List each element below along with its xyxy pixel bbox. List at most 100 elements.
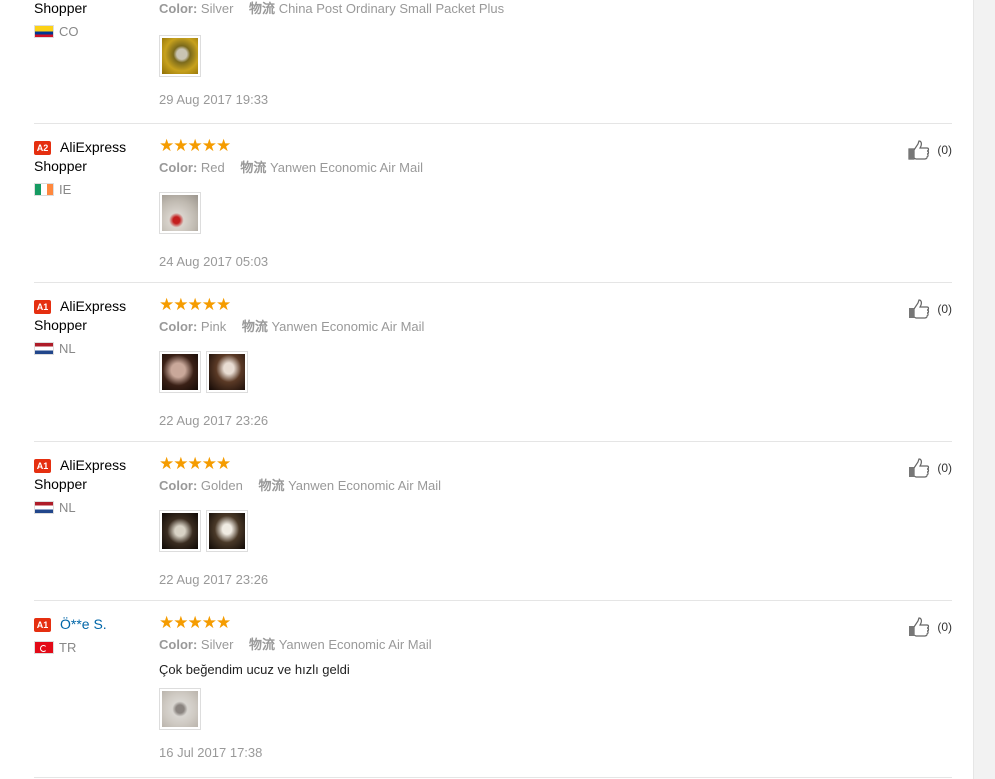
country-code: IE [59, 182, 72, 197]
buyer-name-line2: Shopper [34, 476, 87, 492]
review-date: 29 Aug 2017 19:33 [159, 92, 269, 107]
review-date: 24 Aug 2017 05:03 [159, 254, 269, 269]
review-content: ★★★★★ Color: Red 物流 Yanwen Economic Air … [159, 137, 859, 270]
review-attributes: Color: Red 物流 Yanwen Economic Air Mail [159, 159, 859, 177]
review-item: A1 Ö**e S. TR ★★★★★ Color: Silver 物流 Yanw… [34, 601, 952, 778]
buyer-country: TR [34, 640, 144, 656]
like-count: (0) [937, 302, 952, 316]
buyer-name-line1: AliExpress [60, 298, 127, 314]
review-image-thumbnail[interactable] [159, 510, 201, 552]
country-code: NL [59, 500, 76, 515]
buyer-country: IE [34, 182, 144, 198]
buyer-name-line1: AliExpress [60, 457, 127, 473]
shipping-value: Yanwen Economic Air Mail [288, 478, 442, 493]
like-button[interactable]: (0) [908, 140, 952, 160]
flag-ie-icon [34, 183, 54, 196]
shipping-label: 物流 [249, 1, 276, 16]
rating-stars: ★★★★★ [159, 454, 231, 473]
color-label: Color: [159, 1, 198, 16]
review-images [159, 510, 859, 552]
flag-nl-icon [34, 342, 54, 355]
review-date: 22 Aug 2017 23:26 [159, 413, 269, 428]
shipping-label: 物流 [241, 319, 268, 334]
like-button[interactable]: (0) [908, 299, 952, 319]
buyer-name-line1[interactable]: Ö**e S. [60, 616, 107, 632]
review-image-thumbnail[interactable] [159, 688, 201, 730]
color-value: Red [200, 160, 225, 175]
buyer-level-badge: A1 [34, 618, 51, 632]
page-scrollbar-rail[interactable] [973, 0, 995, 779]
rating-stars: ★★★★★ [159, 136, 231, 155]
buyer-name: A1 AliExpress [34, 297, 144, 316]
color-label: Color: [159, 160, 198, 175]
buyer-name-line2: Shopper [34, 158, 87, 174]
feedback-list: Shopper CO Color: Silver 物流 China Post O… [34, 0, 952, 778]
review-content: ★★★★★ Color: Golden 物流 Yanwen Economic A… [159, 455, 859, 588]
buyer-name[interactable]: A1 Ö**e S. [34, 615, 144, 634]
like-button[interactable]: (0) [908, 458, 952, 478]
buyer-country: NL [34, 341, 144, 357]
like-count: (0) [937, 620, 952, 634]
review-content: ★★★★★ Color: Silver 物流 Yanwen Economic A… [159, 614, 859, 761]
buyer-info: Shopper CO [34, 0, 144, 40]
flag-nl-icon [34, 501, 54, 514]
thumbs-up-icon [909, 458, 930, 478]
thumbs-up-icon [909, 299, 930, 319]
shipping-value: Yanwen Economic Air Mail [278, 637, 432, 652]
rating-stars: ★★★★★ [159, 295, 231, 314]
buyer-country: CO [34, 24, 144, 40]
flag-tr-icon [34, 641, 54, 654]
buyer-level-badge: A1 [34, 300, 51, 314]
country-code: NL [59, 341, 76, 356]
buyer-name: A2 AliExpress [34, 138, 144, 157]
thumbs-up-icon [909, 617, 930, 637]
shipping-label: 物流 [240, 160, 267, 175]
buyer-info: A1 Ö**e S. TR [34, 615, 144, 656]
buyer-level-badge: A1 [34, 459, 51, 473]
buyer-name-line2: Shopper [34, 317, 87, 333]
review-image-thumbnail[interactable] [159, 35, 201, 77]
review-date: 16 Jul 2017 17:38 [159, 745, 263, 760]
color-label: Color: [159, 319, 198, 334]
shipping-value: China Post Ordinary Small Packet Plus [278, 1, 505, 16]
review-content: Color: Silver 物流 China Post Ordinary Sma… [159, 0, 859, 108]
review-item: A1 AliExpress Shopper NL ★★★★★ Color: Gol… [34, 442, 952, 601]
color-value: Golden [200, 478, 243, 493]
buyer-level-badge: A2 [34, 141, 51, 155]
shipping-value: Yanwen Economic Air Mail [270, 160, 423, 175]
review-item: Shopper CO Color: Silver 物流 China Post O… [34, 0, 952, 124]
buyer-name-line1: AliExpress [60, 139, 127, 155]
review-attributes: Color: Golden 物流 Yanwen Economic Air Mai… [159, 477, 859, 495]
shipping-label: 物流 [249, 637, 276, 652]
review-item: A1 AliExpress Shopper NL ★★★★★ Color: Pin… [34, 283, 952, 442]
rating-stars: ★★★★★ [159, 613, 231, 632]
color-value: Silver [200, 637, 234, 652]
color-value: Silver [200, 1, 234, 16]
review-image-thumbnail[interactable] [206, 351, 248, 393]
review-images [159, 192, 859, 234]
shipping-label: 物流 [258, 478, 285, 493]
review-images [159, 35, 859, 77]
color-value: Pink [200, 319, 227, 334]
buyer-name: A1 AliExpress [34, 456, 144, 475]
review-attributes: Color: Silver 物流 China Post Ordinary Sma… [159, 0, 859, 18]
review-attributes: Color: Silver 物流 Yanwen Economic Air Mai… [159, 636, 859, 654]
review-attributes: Color: Pink 物流 Yanwen Economic Air Mail [159, 318, 859, 336]
review-images [159, 351, 859, 393]
buyer-info: A1 AliExpress Shopper NL [34, 456, 144, 516]
buyer-country: NL [34, 500, 144, 516]
review-comment: Çok beğendim ucuz ve hızlı geldi [159, 662, 350, 677]
like-count: (0) [937, 461, 952, 475]
country-code: CO [59, 24, 79, 39]
thumbs-up-icon [908, 140, 930, 160]
buyer-info: A1 AliExpress Shopper NL [34, 297, 144, 357]
review-image-thumbnail[interactable] [159, 351, 201, 393]
review-image-thumbnail[interactable] [206, 510, 248, 552]
like-button[interactable]: (0) [908, 617, 952, 637]
color-label: Color: [159, 478, 198, 493]
buyer-info: A2 AliExpress Shopper IE [34, 138, 144, 198]
shipping-value: Yanwen Economic Air Mail [271, 319, 425, 334]
country-code: TR [59, 640, 77, 655]
review-item: A2 AliExpress Shopper IE ★★★★★ Color: Red… [34, 124, 952, 283]
review-image-thumbnail[interactable] [159, 192, 201, 234]
